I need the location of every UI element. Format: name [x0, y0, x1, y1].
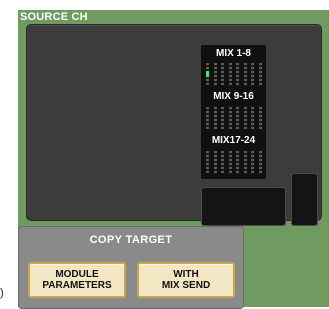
mix-channel-11[interactable]	[221, 107, 225, 129]
mix-17-24-strip[interactable]	[206, 151, 262, 173]
mix-channel-3[interactable]	[221, 63, 225, 85]
empty-slot-right[interactable]	[291, 173, 318, 226]
mix-channel-12[interactable]	[228, 107, 232, 129]
mix-channel-16[interactable]	[258, 107, 262, 129]
mix-channel-8[interactable]	[258, 63, 262, 85]
mix-channel-14[interactable]	[243, 107, 247, 129]
mix-channel-2[interactable]	[213, 63, 217, 85]
edge-mark: )	[0, 287, 4, 299]
mix-channel-4[interactable]	[228, 63, 232, 85]
mix-channel-13[interactable]	[236, 107, 240, 129]
mix-1-8-label: MIX 1-8	[215, 48, 251, 59]
mix-channel-15[interactable]	[251, 107, 255, 129]
mix-channel-7[interactable]	[251, 63, 255, 85]
module-parameters-button[interactable]: MODULE PARAMETERS	[28, 262, 126, 298]
mix-9-16-strip[interactable]	[206, 107, 262, 129]
source-channel-title: SOURCE CH	[20, 11, 88, 23]
empty-slot-left[interactable]	[201, 187, 286, 226]
mix-channel-9[interactable]	[206, 107, 209, 129]
mix-channel-23[interactable]	[251, 151, 255, 173]
mix-9-16-label: MIX 9-16	[213, 91, 254, 102]
mix-channel-10[interactable]	[213, 107, 217, 129]
mix-channel-block[interactable]: MIX 1-8 MIX 9-16 MIX17-24	[201, 45, 266, 179]
mix-channel-19[interactable]	[221, 151, 225, 173]
source-channel-panel: MIX 1-8 MIX 9-16 MIX17-24	[26, 24, 322, 226]
mix-channel-17[interactable]	[206, 151, 209, 173]
mix-channel-5[interactable]	[236, 63, 240, 85]
source-channel-frame: SOURCE CH MIX 1-8 MIX 9-16 MIX17-24 COPY…	[18, 10, 329, 309]
with-mix-send-button[interactable]: WITH MIX SEND	[137, 262, 235, 298]
mix-channel-22[interactable]	[243, 151, 247, 173]
mix-channel-20[interactable]	[228, 151, 232, 173]
mix-channel-24[interactable]	[258, 151, 262, 173]
copy-target-title: COPY TARGET	[89, 234, 173, 246]
mix-17-24-label: MIX17-24	[211, 135, 256, 146]
mix-channel-1[interactable]	[206, 63, 209, 85]
mix-channel-21[interactable]	[236, 151, 240, 173]
mix-1-8-strip[interactable]	[206, 63, 262, 85]
mix-channel-6[interactable]	[243, 63, 247, 85]
mix-channel-18[interactable]	[213, 151, 217, 173]
copy-target-group: COPY TARGET MODULE PARAMETERS WITH MIX S…	[18, 226, 244, 309]
